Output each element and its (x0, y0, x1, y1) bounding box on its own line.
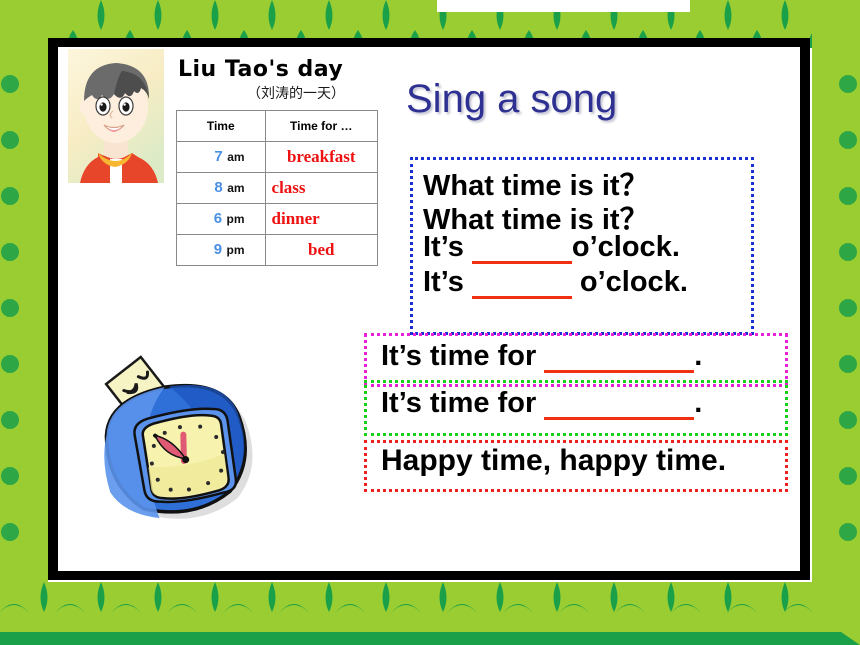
alarm-clock-illustration (104, 355, 253, 519)
time-cell: 7 am (176, 141, 266, 173)
time-cell: 8 am (176, 172, 266, 204)
table-row: 8 am class (176, 172, 379, 204)
activity-cell: breakfast (264, 141, 379, 173)
top-white-strip (437, 0, 690, 12)
lyric-suffix: . (694, 387, 703, 419)
lyric-suffix: . (694, 340, 703, 372)
fill-in-blank[interactable] (544, 370, 695, 373)
liu-tao-schedule-table: Time Time for … 7 am breakfast 8 am clas… (176, 110, 379, 266)
lyric-line-time-for-2: It’s time for . (381, 387, 702, 420)
schedule-heading: Liu Tao's day (178, 57, 344, 82)
slide-content-area: Liu Tao's day （刘涛的一天） Time Time for … 7 … (58, 47, 800, 571)
time-period: pm (226, 212, 245, 226)
boy-illustration (68, 49, 164, 183)
lyric-line-happy-time: Happy time, happy time. (381, 444, 727, 477)
lyric-line-time-for-1: It’s time for . (381, 340, 702, 373)
fill-in-blank[interactable] (471, 296, 572, 299)
page-title: Sing a song (406, 77, 618, 121)
slide-black-frame: Liu Tao's day （刘涛的一天） Time Time for … 7 … (48, 38, 810, 580)
schedule-subheading: （刘涛的一天） (247, 86, 345, 102)
column-header-activity: Time for … (264, 110, 379, 142)
lyric-line-4-suffix: o’clock. (579, 266, 688, 298)
table-row: 7 am breakfast (176, 141, 379, 173)
time-hour: 6 (213, 210, 223, 227)
lyric-box-question: What time is it？ What time is it？ It’s o… (410, 157, 754, 335)
time-period: am (227, 181, 245, 195)
lyric-line-3-suffix: o’clock. (571, 231, 680, 263)
time-hour: 8 (214, 179, 223, 196)
time-period: am (227, 150, 245, 164)
time-cell: 6 pm (176, 203, 266, 235)
lyric-prefix: It’s time for (381, 340, 537, 372)
column-header-time: Time (176, 110, 266, 142)
lyric-line-3: It’s o’clock. (423, 231, 680, 264)
lyric-line-4: It’s o’clock. (423, 266, 688, 299)
lyric-box-time-for-2: It’s time for . (364, 380, 788, 436)
activity-cell: dinner (264, 203, 379, 235)
time-period: pm (226, 243, 245, 257)
time-cell: 9 pm (176, 234, 266, 266)
activity-cell: bed (264, 234, 379, 266)
lyric-prefix: It’s time for (381, 387, 537, 419)
lyric-box-happy-time: Happy time, happy time. (364, 440, 788, 492)
activity-cell: class (264, 172, 379, 204)
lyric-line-3-prefix: It’s (423, 231, 464, 263)
lyric-box-time-for-1: It’s time for . (364, 333, 788, 387)
table-row: 6 pm dinner (176, 203, 379, 235)
fill-in-blank[interactable] (544, 417, 695, 420)
table-header-row: Time Time for … (176, 110, 379, 142)
slide-canvas: Liu Tao's day （刘涛的一天） Time Time for … 7 … (0, 0, 860, 645)
table-row: 9 pm bed (176, 234, 379, 266)
lyric-line-4-prefix: It’s (423, 266, 464, 298)
time-hour: 9 (213, 241, 223, 258)
fill-in-blank[interactable] (471, 261, 572, 264)
time-hour: 7 (214, 148, 223, 165)
